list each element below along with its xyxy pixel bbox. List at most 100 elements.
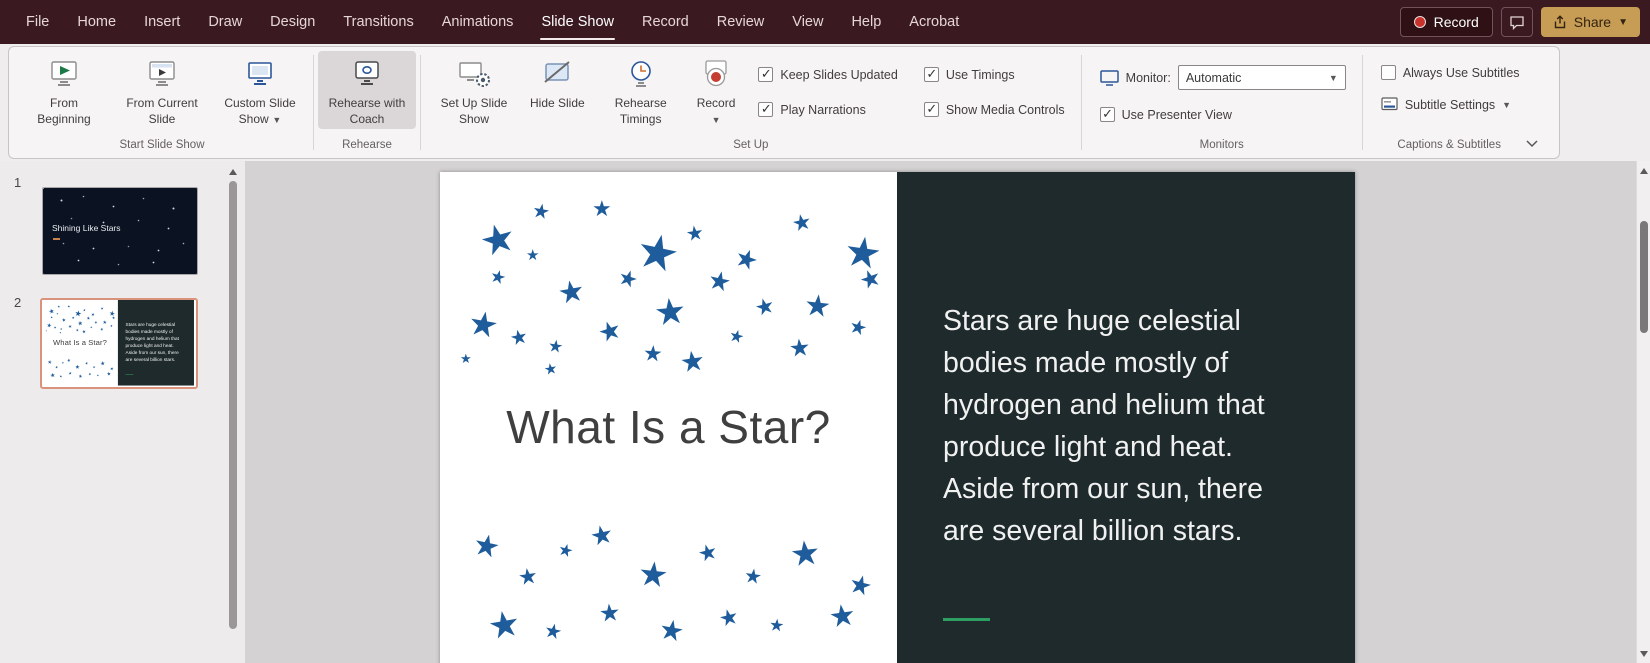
- menu-review[interactable]: Review: [703, 0, 779, 44]
- record-ribbon-icon: [700, 56, 732, 92]
- checkbox-use-timings[interactable]: Use Timings: [924, 67, 1065, 82]
- titlebar-record-button[interactable]: Record: [1400, 7, 1493, 37]
- rehearse-timings-button[interactable]: Rehearse Timings: [592, 51, 690, 129]
- star-shape: ★: [56, 313, 58, 315]
- checkbox-keep-slides-updated[interactable]: Keep Slides Updated: [758, 67, 897, 82]
- slide-body-textbox[interactable]: Stars are huge celestial bodies made mos…: [126, 321, 191, 363]
- rehearse-with-coach-button[interactable]: Rehearse with Coach: [318, 51, 416, 129]
- rehearse-timings-icon: [625, 56, 657, 92]
- record-ribbon-label: Record: [697, 96, 736, 110]
- star-shape: ★: [97, 374, 100, 377]
- menu-design[interactable]: Design: [256, 0, 329, 44]
- checkbox-label: Show Media Controls: [946, 103, 1065, 117]
- from-beginning-button[interactable]: From Beginning: [15, 51, 113, 129]
- menu-draw[interactable]: Draw: [194, 0, 256, 44]
- star-shape: ★: [67, 304, 70, 308]
- star-shape: ★: [857, 265, 885, 295]
- hide-slide-icon: [541, 56, 573, 92]
- star-shape: ★: [47, 359, 52, 365]
- from-current-slide-button[interactable]: From Current Slide: [113, 51, 211, 129]
- star-shape: ★: [657, 615, 687, 647]
- star-shape: ★: [615, 265, 641, 292]
- star-shape: ★: [111, 315, 116, 320]
- slide-2-thumbnail[interactable]: ★★★★★★★★★★★★★★★★★★★★★★★★★★★★★★★★★★★★★★★★…: [40, 298, 198, 389]
- ribbon-group-start-slide-show: From Beginning From Curre: [11, 47, 313, 158]
- menu-view[interactable]: View: [778, 0, 837, 44]
- titlebar-record-label: Record: [1434, 14, 1479, 30]
- body-line: hydrogen and helium that: [943, 384, 1333, 426]
- slide-title-textbox[interactable]: What Is a Star?: [440, 400, 897, 454]
- star-shape: ★: [100, 306, 104, 310]
- star-shape: ★: [75, 364, 81, 370]
- slide-1-thumbnail[interactable]: Shining Like Stars: [42, 187, 198, 275]
- share-button[interactable]: Share ▼: [1541, 7, 1640, 37]
- star-shape: ★: [76, 328, 80, 332]
- star-shape: ★: [642, 342, 663, 365]
- menu-transitions[interactable]: Transitions: [329, 0, 427, 44]
- menu-home[interactable]: Home: [63, 0, 130, 44]
- star-shape: ★: [90, 312, 95, 317]
- menu-insert[interactable]: Insert: [130, 0, 194, 44]
- slide-1-thumbnail-title: Shining Like Stars: [52, 223, 121, 233]
- scrollbar-thumb[interactable]: [229, 181, 237, 629]
- star-shape: ★: [100, 327, 104, 331]
- subtitle-settings-button[interactable]: Subtitle Settings ▼: [1381, 97, 1520, 112]
- hide-slide-button[interactable]: Hide Slide: [523, 51, 592, 113]
- star-shape: ★: [55, 365, 59, 369]
- comments-button[interactable]: [1501, 7, 1533, 37]
- scrollbar-thumb[interactable]: [1640, 221, 1648, 333]
- checkbox-show-media-controls[interactable]: Show Media Controls: [924, 102, 1065, 117]
- powerpoint-window: File Home Insert Draw Design Transitions…: [0, 0, 1650, 663]
- from-beginning-label: From Beginning: [37, 96, 90, 126]
- monitor-dropdown[interactable]: Automatic ▼: [1178, 65, 1346, 90]
- scroll-up-arrow[interactable]: [1640, 168, 1648, 174]
- menu-help[interactable]: Help: [837, 0, 895, 44]
- scroll-up-arrow[interactable]: [229, 169, 237, 175]
- star-shape: ★: [110, 324, 114, 328]
- star-shape: ★: [88, 372, 92, 376]
- titlebar-actions: Record Share ▼: [1400, 7, 1640, 37]
- slide-body-textbox[interactable]: Stars are huge celestial bodies made mos…: [943, 300, 1333, 552]
- star-shape: ★: [82, 329, 87, 334]
- slide-1-number: 1: [14, 175, 21, 190]
- star-shape: ★: [86, 316, 91, 321]
- checkbox-use-presenter-view[interactable]: Use Presenter View: [1100, 107, 1346, 122]
- body-line: are several billion stars.: [943, 510, 1333, 552]
- collapse-ribbon-button[interactable]: [1519, 137, 1545, 150]
- menu-acrobat[interactable]: Acrobat: [895, 0, 973, 44]
- star-shape: ★: [59, 331, 62, 334]
- star-shape: ★: [84, 361, 88, 365]
- scroll-down-arrow[interactable]: [1640, 651, 1648, 657]
- menu-record[interactable]: Record: [628, 0, 703, 44]
- star-shape: ★: [61, 361, 64, 364]
- accent-dash: [53, 238, 60, 240]
- checkbox-icon: [1100, 107, 1115, 122]
- star-shape: ★: [636, 556, 670, 593]
- record-ribbon-button[interactable]: Record ▼: [690, 51, 743, 128]
- star-dots: [43, 188, 44, 189]
- star-shape: ★: [71, 316, 75, 320]
- custom-slide-show-button[interactable]: Custom Slide Show ▼: [211, 51, 309, 129]
- checkbox-icon: [1381, 65, 1396, 80]
- menu-slide-show[interactable]: Slide Show: [527, 0, 628, 44]
- slide-editor[interactable]: ★★★★★★★★★★★★★★★★★★★★★★★★★★★★★★★★★★★★★★★★…: [440, 172, 1355, 663]
- star-shape: ★: [803, 291, 833, 324]
- checkbox-play-narrations[interactable]: Play Narrations: [758, 102, 897, 117]
- star-shape: ★: [59, 374, 63, 378]
- set-up-slide-show-icon: [457, 56, 491, 92]
- green-accent-line: [943, 618, 990, 621]
- slide-right-panel: Stars are huge celestial bodies made mos…: [897, 172, 1355, 663]
- checkbox-icon: [924, 67, 939, 82]
- menu-animations[interactable]: Animations: [428, 0, 528, 44]
- group-label-set-up: Set Up: [421, 137, 1081, 158]
- menu-file[interactable]: File: [12, 0, 63, 44]
- custom-slide-show-icon: [244, 56, 276, 92]
- star-shape: ★: [598, 601, 622, 627]
- star-shape: ★: [475, 216, 520, 264]
- menu-bar: File Home Insert Draw Design Transitions…: [12, 0, 973, 44]
- set-up-slide-show-button[interactable]: Set Up Slide Show: [425, 51, 523, 129]
- rehearse-timings-label: Rehearse Timings: [615, 96, 667, 126]
- checkbox-always-use-subtitles[interactable]: Always Use Subtitles: [1381, 65, 1520, 80]
- subtitle-settings-icon: [1381, 97, 1398, 112]
- slide-title-textbox[interactable]: What Is a Star?: [42, 338, 118, 347]
